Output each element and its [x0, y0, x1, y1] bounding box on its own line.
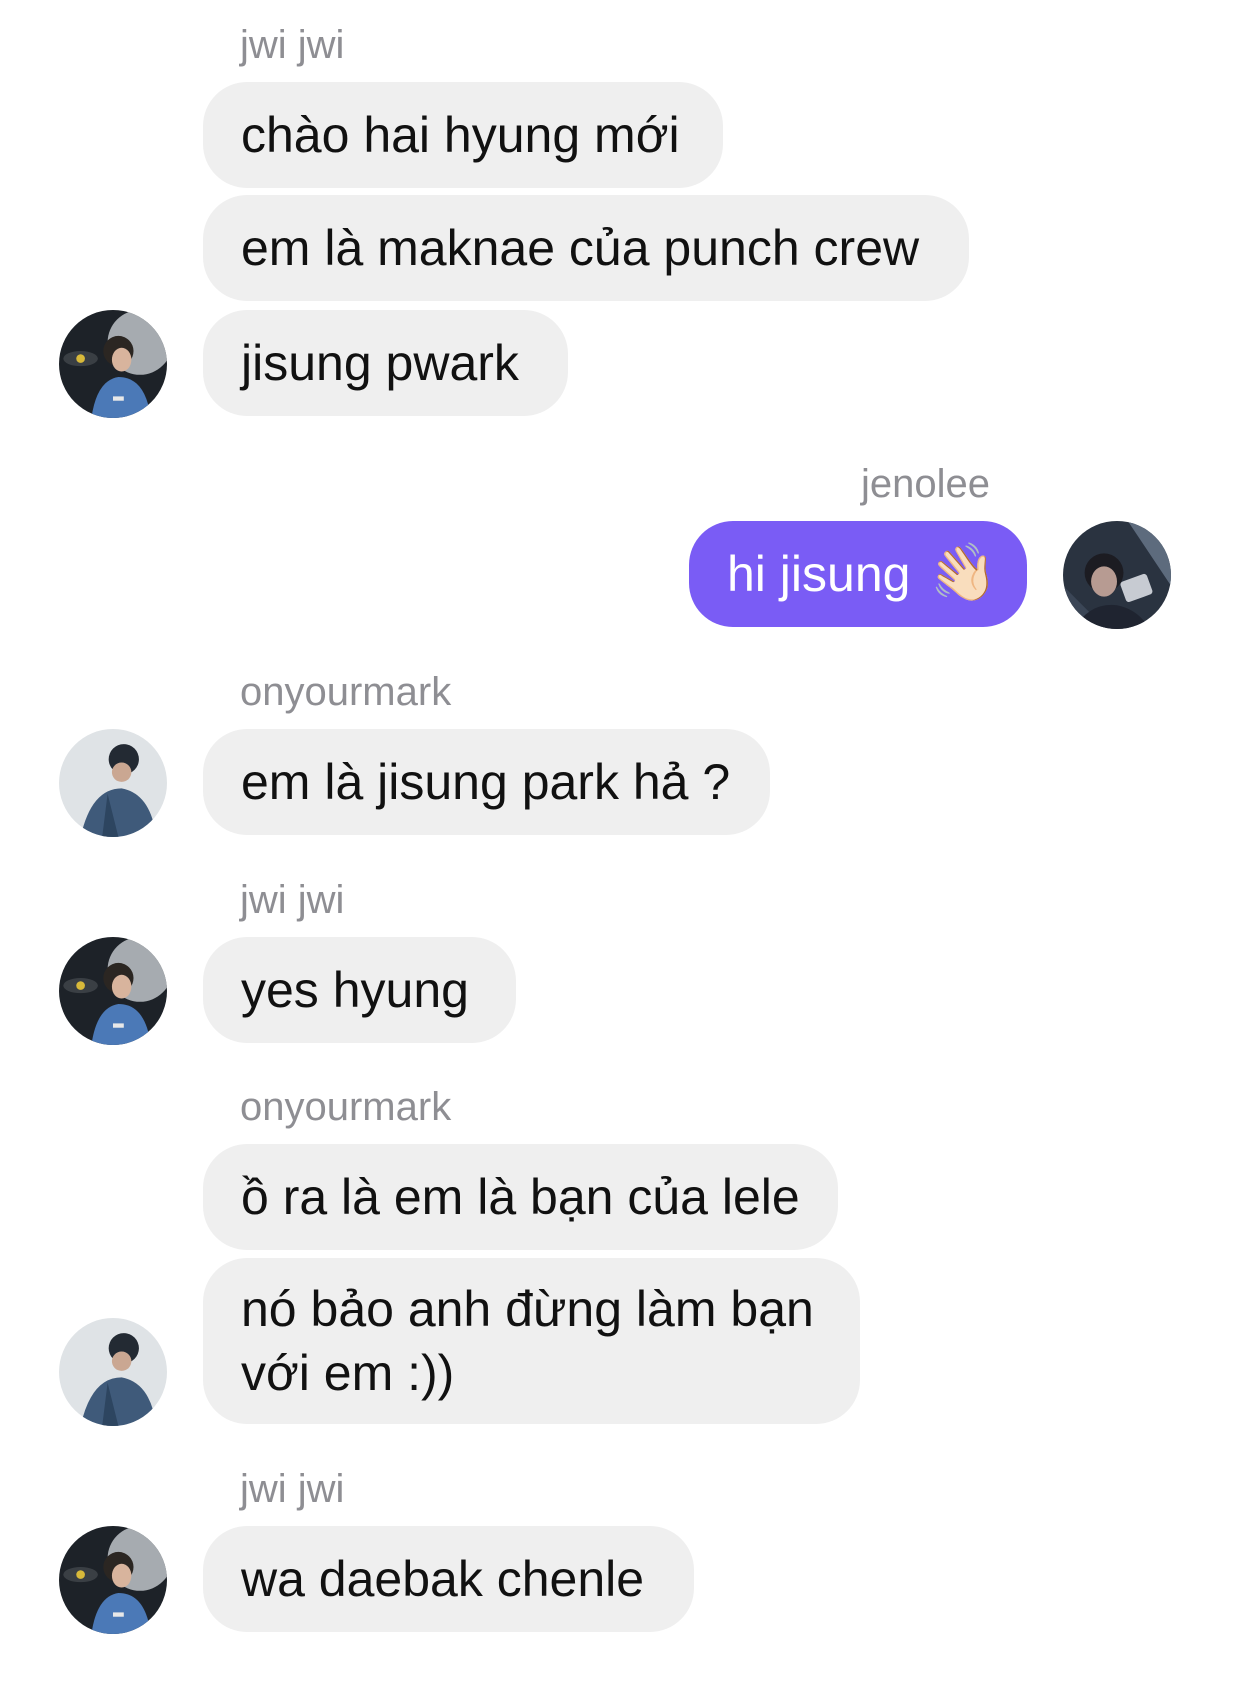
message-bubble[interactable]: jisung pwark	[203, 310, 568, 416]
message-text: hi jisung	[727, 546, 911, 602]
waving-hand-icon: 👋🏻	[923, 536, 1004, 611]
message-bubble[interactable]: yes hyung	[203, 937, 516, 1043]
avatar[interactable]	[59, 1318, 167, 1426]
message-text: nó bảo anh đừng làm bạn với em :))	[241, 1281, 814, 1401]
sender-name: jwi jwi	[240, 878, 345, 922]
avatar[interactable]	[1063, 521, 1171, 629]
sender-name: onyourmark	[240, 670, 452, 714]
message-bubble[interactable]: wa daebak chenle	[203, 1526, 694, 1632]
message-text: jisung pwark	[241, 335, 519, 391]
message-bubble[interactable]: em là jisung park hả ?	[203, 729, 770, 835]
sender-name: jenolee	[860, 462, 990, 506]
message-bubble-outgoing[interactable]: hi jisung 👋🏻	[689, 521, 1027, 627]
avatar[interactable]	[59, 310, 167, 418]
message-text: chào hai hyung mới	[241, 107, 680, 163]
sender-name: jwi jwi	[240, 23, 345, 67]
avatar-jwi-image	[59, 937, 167, 1045]
avatar[interactable]	[59, 1526, 167, 1634]
avatar-jenolee-image	[1063, 521, 1171, 629]
sender-name: jwi jwi	[240, 1467, 345, 1511]
avatar-jwi-image	[59, 310, 167, 418]
avatar[interactable]	[59, 937, 167, 1045]
avatar-onyourmark-image	[59, 1318, 167, 1426]
avatar-jwi-image	[59, 1526, 167, 1634]
message-text: ồ ra là em là bạn của lele	[241, 1169, 800, 1225]
avatar-onyourmark-image	[59, 729, 167, 837]
message-text: em là jisung park hả ?	[241, 754, 731, 810]
message-bubble[interactable]: ồ ra là em là bạn của lele	[203, 1144, 838, 1250]
avatar[interactable]	[59, 729, 167, 837]
message-bubble[interactable]: nó bảo anh đừng làm bạn với em :))	[203, 1258, 860, 1424]
message-text: yes hyung	[241, 962, 469, 1018]
message-bubble[interactable]: chào hai hyung mới	[203, 82, 723, 188]
sender-name: onyourmark	[240, 1085, 452, 1129]
message-bubble[interactable]: em là maknae của punch crew	[203, 195, 969, 301]
message-text: wa daebak chenle	[241, 1551, 645, 1607]
message-text: em là maknae của punch crew	[241, 220, 920, 276]
